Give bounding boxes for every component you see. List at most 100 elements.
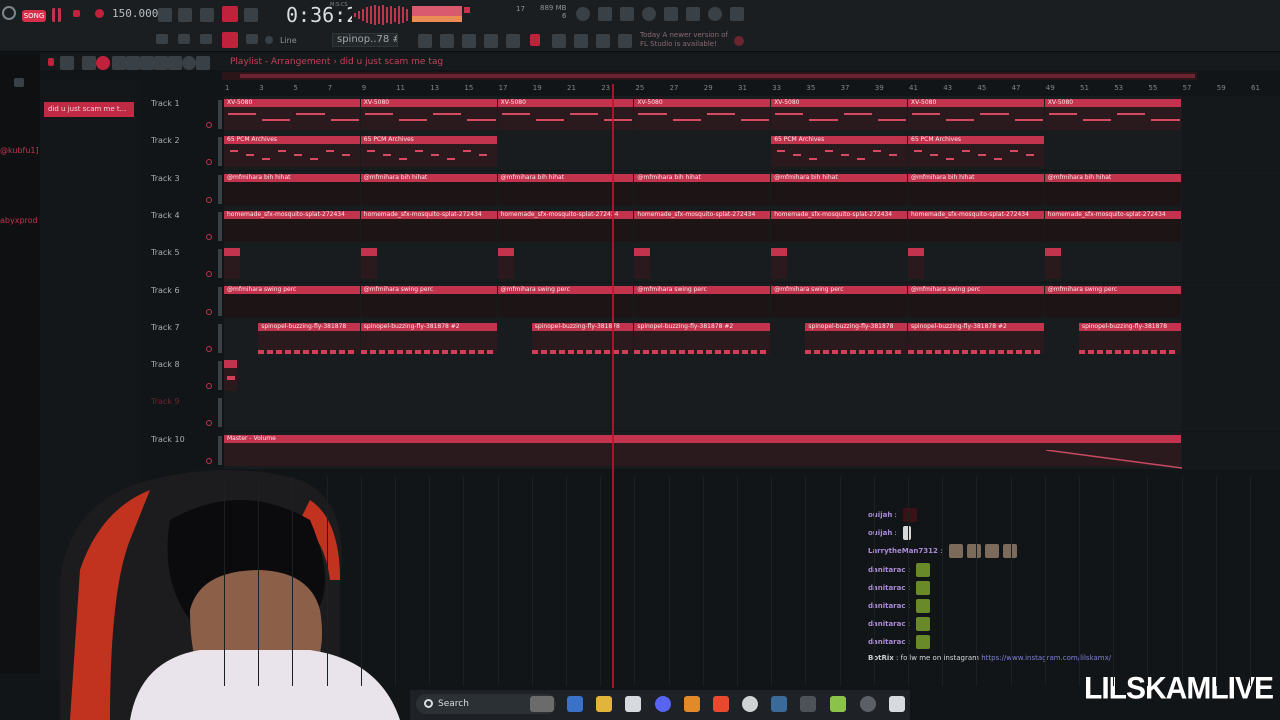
snap-icon[interactable]	[246, 34, 258, 44]
playlist-clip[interactable]: @mfmihara bih hihat	[224, 173, 360, 205]
update-icon[interactable]	[734, 36, 744, 46]
track-level-slider[interactable]	[218, 398, 222, 428]
pattern-tool-7-icon[interactable]	[574, 34, 588, 48]
obs-icon[interactable]	[742, 696, 758, 712]
pattern-selector[interactable]: spinop..78 #2	[332, 33, 398, 47]
pattern-tool-5-icon[interactable]	[506, 34, 520, 48]
pattern-tool-2-icon[interactable]	[440, 34, 454, 48]
track-level-slider[interactable]	[218, 249, 222, 279]
pattern-tool-6-icon[interactable]	[552, 34, 566, 48]
magnet-tool-icon[interactable]	[60, 56, 74, 70]
save-icon[interactable]	[664, 7, 678, 21]
playhead[interactable]	[612, 84, 614, 688]
track-name[interactable]: Track 5	[151, 248, 180, 257]
app-icon-1[interactable]	[800, 696, 816, 712]
pattern-tool-3-icon[interactable]	[462, 34, 476, 48]
countdown-icon[interactable]	[200, 8, 214, 22]
pattern-tool-1-icon[interactable]	[418, 34, 432, 48]
playlist-clip[interactable]	[224, 248, 241, 280]
playlist-clip[interactable]	[908, 248, 925, 280]
playlist-clip[interactable]: @mfmihara bih hihat	[771, 173, 907, 205]
track-lane[interactable]	[224, 357, 1182, 395]
mute-tool-icon[interactable]	[126, 56, 140, 70]
browser-line-2[interactable]: abyxprod	[0, 216, 38, 225]
plugin-icon[interactable]	[686, 7, 700, 21]
download-icon[interactable]	[730, 7, 744, 21]
track-level-slider[interactable]	[218, 174, 222, 204]
copilot-icon[interactable]	[567, 696, 583, 712]
record-icon[interactable]	[95, 9, 104, 18]
playlist-clip[interactable]: spinopel-buzzing-fly-381878	[531, 322, 634, 354]
chat-username[interactable]: ouijah	[868, 529, 892, 537]
playlist-clip[interactable]: homemade_sfx-mosquito-splat-272434	[1044, 210, 1181, 242]
discord-icon[interactable]	[655, 696, 671, 712]
track-level-slider[interactable]	[218, 100, 222, 129]
track-name[interactable]: Track 1	[151, 99, 180, 108]
playlist-clip[interactable]: @mfmihara swing perc	[908, 285, 1044, 317]
playlist-clip[interactable]: @mfmihara swing perc	[634, 285, 771, 317]
playlist-clip[interactable]: @mfmihara bih hihat	[1044, 173, 1181, 205]
draw-tool-icon[interactable]	[82, 56, 96, 70]
playlist-clip[interactable]: 65 PCM Archives	[360, 136, 497, 168]
playlist-clip[interactable]: spinopel-buzzing-fly-381878 #2	[360, 322, 497, 354]
brush-icon[interactable]	[200, 34, 212, 44]
track-mute-dot[interactable]	[206, 122, 212, 128]
chat-icon[interactable]	[708, 7, 722, 21]
track-name[interactable]: Track 6	[151, 286, 180, 295]
playlist-clip[interactable]: @mfmihara swing perc	[1044, 285, 1181, 317]
playlist-clip[interactable]	[634, 248, 651, 280]
track-mute-dot[interactable]	[206, 383, 212, 390]
magnet-icon[interactable]	[222, 32, 238, 48]
playlist-arrow-icon[interactable]	[48, 58, 54, 66]
track-name[interactable]: Track 10	[151, 435, 185, 444]
pattern-tool-8-icon[interactable]	[596, 34, 610, 48]
update-notification[interactable]: Today A newer version of FL Studio is av…	[640, 31, 728, 49]
pattern-tool-4-icon[interactable]	[484, 34, 498, 48]
track-lane[interactable]: @mfmihara swing perc @mfmihara swing perc…	[224, 282, 1182, 320]
undo-icon[interactable]	[576, 7, 590, 21]
app-icon-4[interactable]	[889, 696, 905, 712]
track-name[interactable]: Track 4	[151, 211, 180, 220]
tempo-display[interactable]: 150.000	[112, 7, 158, 20]
playlist-clip[interactable]: spinopel-buzzing-fly-381878	[1079, 322, 1181, 354]
chat-link[interactable]: https://www.instagram.com/lilskamx/	[981, 654, 1111, 662]
chat-username[interactable]: BotRix	[868, 654, 894, 662]
playback-tool-icon[interactable]	[196, 56, 210, 70]
mixer-icon[interactable]	[598, 7, 612, 21]
track-lane[interactable]	[224, 245, 1182, 283]
chat-username[interactable]: ouijah	[868, 511, 892, 519]
track-level-slider[interactable]	[218, 323, 222, 353]
app-icon-2[interactable]	[830, 696, 846, 712]
track-mute-dot[interactable]	[206, 159, 212, 166]
bar-ruler[interactable]: 1 3 5 7 9 11 13 15 17 19 21 23 25 27 29 31 33 35 37 39 41 43 4…	[222, 84, 1280, 96]
track-name[interactable]: Track 7	[151, 323, 180, 332]
playlist-clip[interactable]: homemade_sfx-mosquito-splat-272434	[224, 210, 360, 242]
pattern-tool-9-icon[interactable]	[618, 34, 632, 48]
blend-notes-icon[interactable]	[244, 8, 258, 22]
playlist-clip[interactable]: homemade_sfx-mosquito-splat-272434	[634, 210, 771, 242]
track-lane[interactable]: spinopel-buzzing-fly-381878 spinopel-buzz…	[224, 319, 1182, 357]
arrangement-name[interactable]: did u just scam me tag	[340, 57, 443, 67]
loop-record-icon[interactable]	[222, 6, 238, 22]
picker-pattern-item[interactable]: did u just scam me t...	[44, 102, 134, 117]
steam-icon[interactable]	[771, 696, 787, 712]
track-level-slider[interactable]	[218, 137, 222, 167]
track-level-slider[interactable]	[218, 361, 222, 391]
weather-icon[interactable]	[530, 696, 554, 712]
snap-dropdown-icon[interactable]	[265, 36, 273, 44]
app-icon-3[interactable]	[860, 696, 876, 712]
file-explorer-icon[interactable]	[596, 696, 612, 712]
refresh-icon[interactable]	[2, 6, 16, 20]
playlist-clip[interactable]: XV-5080	[224, 99, 360, 130]
playlist-clip[interactable]: XV-5080	[1044, 99, 1181, 130]
track-lane[interactable]: homemade_sfx-mosquito-splat-272434 homema…	[224, 207, 1182, 245]
playlist-clip[interactable]: 65 PCM Archives	[224, 136, 360, 168]
paint-tool-icon[interactable]	[96, 56, 110, 70]
store-icon[interactable]	[625, 696, 641, 712]
playlist-clip[interactable]	[771, 248, 788, 280]
track-level-slider[interactable]	[218, 286, 222, 316]
select-tool-icon[interactable]	[168, 56, 182, 70]
brave-icon[interactable]	[713, 696, 729, 712]
channel-rack-icon[interactable]	[530, 34, 540, 46]
playlist-clip[interactable]: homemade_sfx-mosquito-splat-272434	[360, 210, 497, 242]
